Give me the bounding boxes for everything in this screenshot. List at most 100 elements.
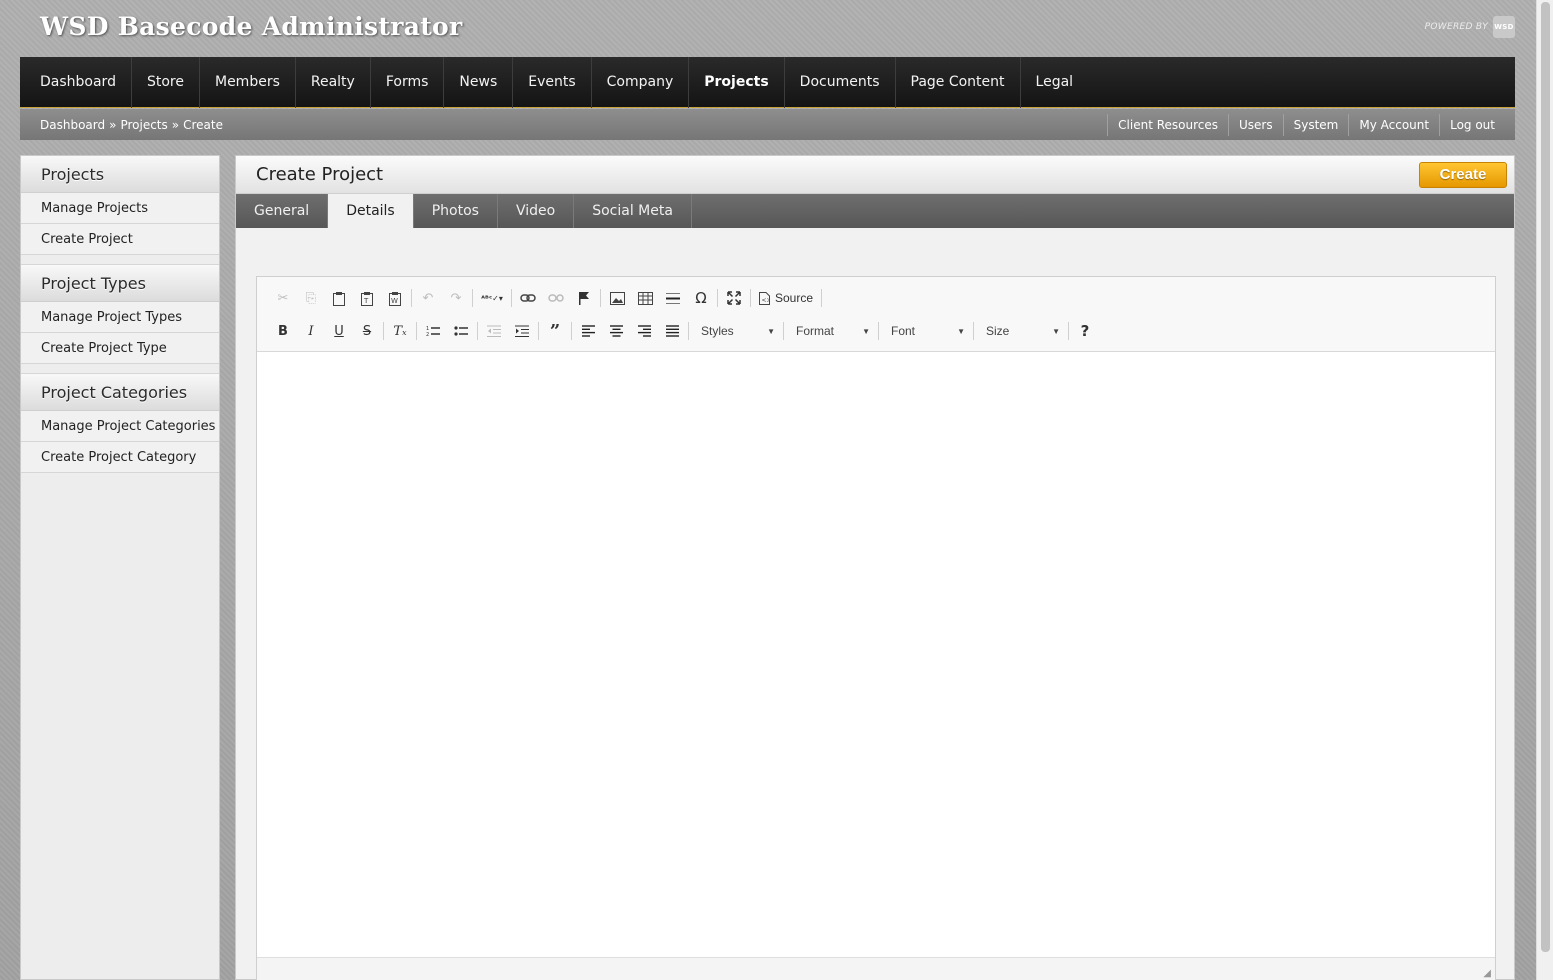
- toolbar-separator: [1068, 322, 1069, 340]
- nav-item-realty[interactable]: Realty: [296, 56, 371, 108]
- nav-item-page-content[interactable]: Page Content: [896, 56, 1021, 108]
- nav-item-projects[interactable]: Projects: [689, 56, 785, 108]
- nav-item-store[interactable]: Store: [132, 56, 200, 108]
- breadcrumb-projects[interactable]: Projects: [120, 118, 167, 132]
- sidebar-item-create-project-category[interactable]: Create Project Category: [21, 442, 219, 473]
- undo-icon[interactable]: ↶: [414, 286, 442, 310]
- page-scrollbar[interactable]: [1536, 0, 1553, 980]
- remove-format-icon[interactable]: Tₓ: [386, 319, 414, 343]
- table-icon[interactable]: [631, 286, 659, 310]
- chevron-down-icon: ▼: [767, 326, 775, 336]
- tab-details[interactable]: Details: [328, 194, 414, 228]
- sidebar-divider: [21, 364, 219, 374]
- align-justify-icon[interactable]: [658, 319, 686, 343]
- toolbar-separator: [383, 322, 384, 340]
- special-char-icon[interactable]: Ω: [687, 286, 715, 310]
- create-project-panel: Create Project Create General Details Ph…: [235, 155, 1515, 980]
- source-button[interactable]: <> Source: [753, 286, 819, 310]
- help-icon[interactable]: ?: [1071, 319, 1099, 343]
- sidebar-item-create-project[interactable]: Create Project: [21, 224, 219, 255]
- maximize-icon[interactable]: [720, 286, 748, 310]
- paste-word-icon[interactable]: W: [381, 286, 409, 310]
- sidebar-section-projects: Projects: [21, 156, 219, 193]
- blockquote-icon[interactable]: ”: [541, 319, 569, 343]
- log-out-link[interactable]: Log out: [1439, 113, 1505, 136]
- system-link[interactable]: System: [1282, 113, 1349, 136]
- outdent-icon[interactable]: [480, 319, 508, 343]
- link-icon[interactable]: [514, 286, 542, 310]
- my-account-link[interactable]: My Account: [1348, 113, 1439, 136]
- unlink-icon[interactable]: [542, 286, 570, 310]
- align-right-icon[interactable]: [630, 319, 658, 343]
- users-link[interactable]: Users: [1228, 113, 1283, 136]
- toolbar-row-1: ✂ ⎘ T W ↶ ↷ ᴬᴮᶜ✓▾ Ω <> Source: [269, 285, 1495, 311]
- anchor-icon[interactable]: [570, 286, 598, 310]
- sidebar: Projects Manage Projects Create Project …: [20, 155, 220, 980]
- italic-icon[interactable]: I: [297, 319, 325, 343]
- tab-general[interactable]: General: [236, 194, 329, 228]
- editor-status-bar: ◢: [257, 957, 1495, 980]
- cut-icon[interactable]: ✂: [269, 286, 297, 310]
- sub-bar: Dashboard» Projects» Create Client Resourc…: [20, 109, 1515, 140]
- tab-social-meta[interactable]: Social Meta: [574, 194, 692, 228]
- nav-item-documents[interactable]: Documents: [785, 56, 896, 108]
- nav-item-company[interactable]: Company: [592, 56, 690, 108]
- paste-icon[interactable]: [325, 286, 353, 310]
- spellcheck-icon[interactable]: ᴬᴮᶜ✓▾: [475, 286, 509, 310]
- numbered-list-icon[interactable]: 12: [419, 319, 447, 343]
- toolbar-separator: [416, 322, 417, 340]
- format-dropdown[interactable]: Format ▼: [786, 320, 876, 342]
- breadcrumb-dashboard[interactable]: Dashboard: [40, 118, 105, 132]
- toolbar-separator: [600, 289, 601, 307]
- svg-text:2: 2: [426, 332, 429, 337]
- breadcrumb-separator: »: [171, 117, 180, 132]
- nav-item-dashboard[interactable]: Dashboard: [25, 56, 132, 108]
- toolbar-separator: [821, 289, 823, 307]
- nav-item-members[interactable]: Members: [200, 56, 296, 108]
- tab-photos[interactable]: Photos: [414, 194, 498, 228]
- size-dropdown[interactable]: Size ▼: [976, 320, 1066, 342]
- sidebar-divider: [21, 255, 219, 265]
- underline-icon[interactable]: U: [325, 319, 353, 343]
- svg-text:<>: <>: [762, 297, 771, 304]
- copy-icon[interactable]: ⎘: [297, 286, 325, 310]
- svg-text:T: T: [363, 297, 369, 305]
- indent-icon[interactable]: [508, 319, 536, 343]
- align-center-icon[interactable]: [602, 319, 630, 343]
- wsd-logo-icon: WSD: [1493, 16, 1515, 38]
- redo-icon[interactable]: ↷: [442, 286, 470, 310]
- horizontal-rule-icon[interactable]: [659, 286, 687, 310]
- source-icon: <>: [759, 291, 771, 305]
- sidebar-item-create-project-type[interactable]: Create Project Type: [21, 333, 219, 364]
- toolbar-separator: [750, 289, 751, 307]
- create-button[interactable]: Create: [1419, 162, 1507, 188]
- editor-content-area[interactable]: [257, 352, 1495, 957]
- resize-handle-icon[interactable]: ◢: [1483, 968, 1491, 979]
- toolbar-separator: [688, 322, 689, 340]
- client-resources-link[interactable]: Client Resources: [1107, 113, 1228, 136]
- sidebar-item-manage-project-types[interactable]: Manage Project Types: [21, 302, 219, 333]
- panel-header: Create Project Create: [236, 156, 1514, 194]
- source-label: Source: [775, 291, 814, 305]
- scrollbar-thumb[interactable]: [1541, 2, 1550, 952]
- nav-item-forms[interactable]: Forms: [371, 56, 445, 108]
- tab-video[interactable]: Video: [498, 194, 575, 228]
- sidebar-item-manage-projects[interactable]: Manage Projects: [21, 193, 219, 224]
- bold-icon[interactable]: B: [269, 319, 297, 343]
- styles-dropdown[interactable]: Styles ▼: [691, 320, 781, 342]
- powered-by: POWERED BY WSD: [1425, 16, 1515, 38]
- nav-item-legal[interactable]: Legal: [1021, 57, 1089, 108]
- image-icon[interactable]: [603, 286, 631, 310]
- nav-item-news[interactable]: News: [444, 56, 514, 108]
- bulleted-list-icon[interactable]: [447, 319, 475, 343]
- toolbar-row-2: B I U S Tₓ 12 ” Styles ▼ Format ▼ Font ▼…: [269, 318, 1495, 344]
- toolbar-separator: [783, 322, 784, 340]
- styles-label: Styles: [701, 324, 734, 338]
- align-left-icon[interactable]: [574, 319, 602, 343]
- strikethrough-icon[interactable]: S: [353, 319, 381, 343]
- sidebar-item-manage-project-categories[interactable]: Manage Project Categories: [21, 411, 219, 442]
- breadcrumb: Dashboard» Projects» Create: [20, 118, 223, 132]
- paste-text-icon[interactable]: T: [353, 286, 381, 310]
- nav-item-events[interactable]: Events: [513, 56, 592, 108]
- font-dropdown[interactable]: Font ▼: [881, 320, 971, 342]
